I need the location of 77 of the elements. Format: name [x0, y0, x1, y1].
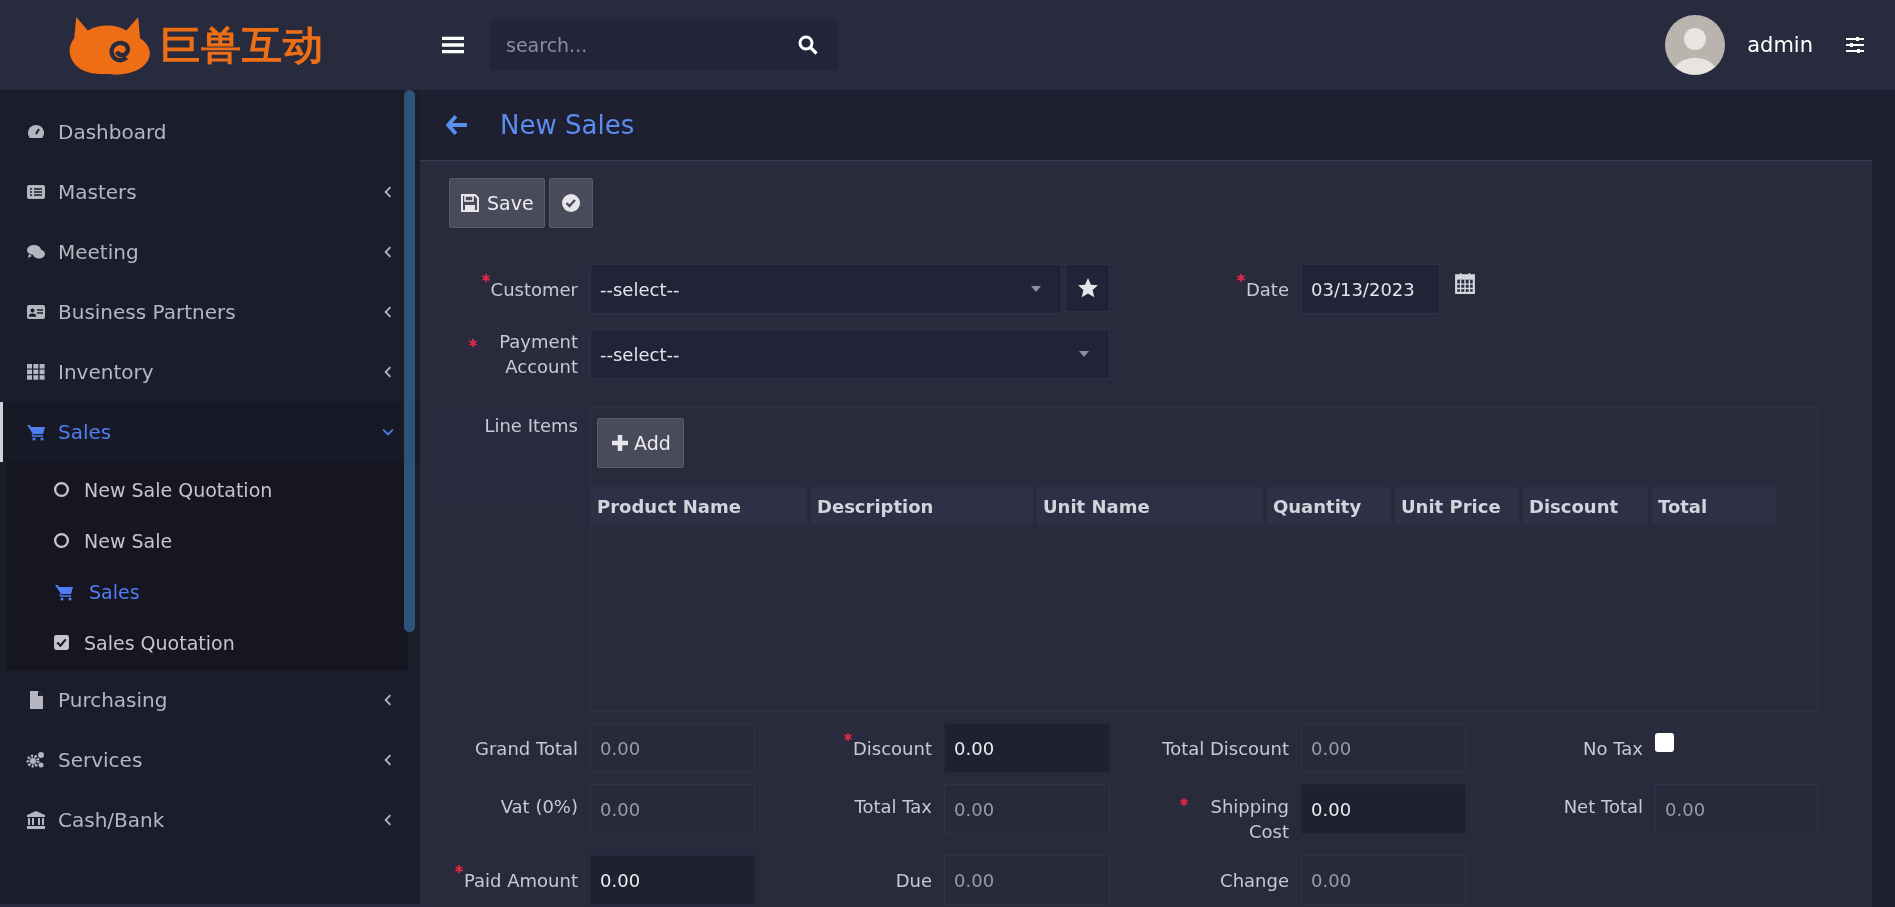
field-label: Due [895, 868, 932, 893]
submenu-item[interactable]: New Sale [6, 515, 408, 566]
check-circle-icon [560, 193, 581, 213]
column-header: Product Name [591, 487, 807, 525]
amount-field[interactable]: 0.00 [1301, 855, 1466, 905]
page-title: New Sales [500, 110, 635, 140]
column-header: Unit Price [1395, 487, 1519, 525]
column-header: Total [1652, 487, 1776, 525]
cart-icon [25, 422, 47, 442]
submenu-item[interactable]: Sales [6, 566, 408, 617]
scrollbar[interactable] [404, 90, 415, 632]
dropdown-caret-icon [1031, 286, 1041, 292]
field-label: Line Items [484, 414, 578, 438]
field-label: Net Total [1563, 795, 1643, 819]
star-icon [1076, 277, 1099, 299]
circle-icon [53, 481, 70, 498]
column-header: Description [811, 487, 1033, 525]
confirm-button[interactable] [548, 178, 593, 228]
amount-field[interactable]: 0.00 [590, 723, 755, 773]
search-icon[interactable] [798, 35, 818, 55]
field-label: Change [1220, 868, 1289, 893]
amount-field[interactable]: 0.00 [944, 855, 1110, 905]
save-button[interactable]: Save [449, 178, 545, 228]
sliders-icon[interactable] [1845, 36, 1865, 54]
amount-field[interactable]: 0.00 [944, 784, 1110, 834]
dropdown-caret-icon [1079, 351, 1089, 357]
payment-account-select[interactable]: --select-- [590, 329, 1110, 379]
amount-field[interactable]: 0.00 [944, 723, 1110, 773]
sidebar-item[interactable]: Purchasing [0, 670, 420, 730]
back-arrow-icon[interactable] [446, 115, 468, 135]
field-label: Customer [490, 277, 578, 302]
sidebar-item[interactable]: Meeting [0, 222, 420, 282]
bank-icon [25, 810, 47, 830]
amount-field[interactable]: 0.00 [1301, 784, 1466, 834]
sidebar-item[interactable]: Dashboard [0, 102, 420, 162]
sidebar-item[interactable]: Inventory [0, 342, 420, 402]
column-header: Unit Name [1037, 487, 1263, 525]
checked-square-icon [53, 634, 70, 651]
submenu-item[interactable]: Sales Quotation [6, 617, 408, 668]
column-header: Discount [1523, 487, 1648, 525]
amount-field[interactable]: 0.00 [590, 784, 755, 834]
logo-text: 巨兽互动 [160, 20, 324, 70]
amount-field[interactable]: 0.00 [590, 855, 755, 905]
field-label: Paid Amount [464, 868, 578, 893]
field-label: Date [1245, 277, 1289, 302]
date-field[interactable]: 03/13/2023 [1301, 264, 1440, 314]
calendar-icon[interactable] [1454, 272, 1476, 294]
search-field[interactable]: search... [490, 20, 838, 70]
sidebar-item[interactable]: Cash/Bank [0, 790, 420, 850]
id-card-icon [25, 302, 47, 322]
field-label: Discount [852, 736, 932, 761]
user-name[interactable]: admin [1747, 33, 1813, 57]
field-label: Total Discount [1162, 736, 1289, 761]
gears-icon [25, 750, 47, 770]
amount-field[interactable]: 0.00 [1301, 723, 1466, 773]
field-label: Grand Total [475, 736, 578, 761]
list-icon [25, 182, 47, 202]
field-label: Shipping Cost [1209, 795, 1289, 844]
column-header: Quantity [1267, 487, 1391, 525]
amount-field[interactable]: 0.00 [1655, 784, 1818, 834]
field-label: No Tax [1583, 736, 1643, 761]
add-button[interactable]: Add [597, 418, 684, 468]
customer-select[interactable]: --select-- [590, 264, 1062, 314]
checkbox[interactable] [1655, 732, 1674, 752]
plus-icon [610, 433, 630, 453]
favorite-button[interactable] [1065, 264, 1110, 312]
field-label: Payment Account [498, 330, 578, 379]
field-label: Total Tax [854, 795, 932, 819]
submenu-item[interactable]: New Sale Quotation [6, 464, 408, 515]
avatar-icon[interactable] [1665, 15, 1726, 75]
sidebar-item[interactable]: Business Partners [0, 282, 420, 342]
sidebar-item[interactable]: Sales [0, 402, 420, 462]
sidebar-item[interactable]: Services [0, 730, 420, 790]
sidebar-item[interactable]: Masters [0, 162, 420, 222]
field-label: Vat (0%) [500, 795, 578, 819]
grid-icon [25, 362, 47, 382]
circle-icon [53, 532, 70, 549]
